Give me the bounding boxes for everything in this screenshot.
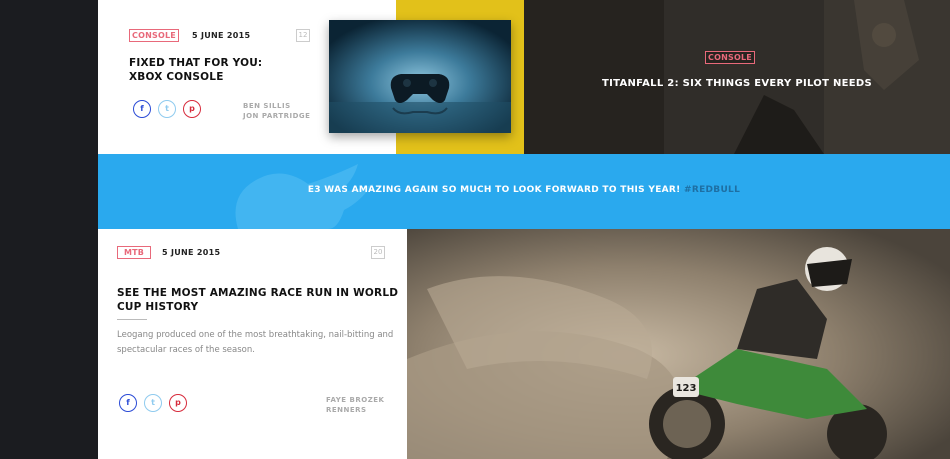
article-date: 5 JUNE 2015 (162, 248, 221, 257)
twitter-share-icon[interactable]: t (158, 100, 176, 118)
hashtag-link[interactable]: #REDBULL (684, 185, 740, 195)
article-authors: FAYE BROZEK RENNERS (326, 395, 384, 415)
author-name[interactable]: JON PARTRIDGE (243, 111, 310, 121)
motocross-illustration: 123 (407, 229, 950, 459)
article-title-line: XBOX CONSOLE (129, 71, 224, 83)
bike-number: 123 (676, 383, 697, 394)
article-title-line: CUP HISTORY (117, 301, 199, 313)
category-tag[interactable]: CONSOLE (129, 29, 179, 42)
pinterest-share-icon[interactable]: p (183, 100, 201, 118)
title-divider (117, 319, 147, 320)
titanfall-background-image (524, 0, 950, 154)
tweet-banner[interactable]: E3 WAS AMAZING AGAIN SO MUCH TO LOOK FOR… (98, 154, 950, 229)
author-name[interactable]: RENNERS (326, 405, 384, 415)
category-tag[interactable]: CONSOLE (705, 51, 755, 64)
category-tag[interactable]: MTB (117, 246, 151, 259)
article-authors: BEN SILLIS JON PARTRIDGE (243, 101, 310, 121)
featured-article-title[interactable]: TITANFALL 2: SIX THINGS EVERY PILOT NEED… (524, 78, 950, 89)
comment-count-badge[interactable]: 12 (296, 29, 310, 42)
excerpt-line: spectacular races of the season. (117, 345, 255, 355)
author-name[interactable]: FAYE BROZEK (326, 395, 384, 405)
article-title[interactable]: FIXED THAT FOR YOU: XBOX CONSOLE (129, 56, 262, 84)
facebook-share-icon[interactable]: f (119, 394, 137, 412)
article-excerpt: Leogang produced one of the most breatht… (117, 328, 393, 358)
tweet-text: E3 WAS AMAZING AGAIN SO MUCH TO LOOK FOR… (98, 185, 950, 195)
author-name[interactable]: BEN SILLIS (243, 101, 310, 111)
featured-article-titanfall[interactable]: CONSOLE TITANFALL 2: SIX THINGS EVERY PI… (524, 0, 950, 154)
comment-count-badge[interactable]: 20 (371, 246, 385, 259)
xbox-controller-image[interactable] (329, 20, 511, 133)
article-date: 5 JUNE 2015 (192, 31, 251, 40)
controller-illustration (329, 20, 511, 133)
twitter-share-icon[interactable]: t (144, 394, 162, 412)
pinterest-share-icon[interactable]: p (169, 394, 187, 412)
excerpt-line: Leogang produced one of the most breatht… (117, 330, 394, 340)
article-card-mtb[interactable]: MTB 5 JUNE 2015 20 SEE THE MOST AMAZING … (98, 229, 407, 459)
article-title[interactable]: SEE THE MOST AMAZING RACE RUN IN WORLD C… (117, 286, 398, 314)
facebook-share-icon[interactable]: f (133, 100, 151, 118)
article-title-line: SEE THE MOST AMAZING RACE RUN IN WORLD (117, 287, 399, 299)
article-title-line: FIXED THAT FOR YOU: (129, 57, 263, 69)
motocross-image[interactable]: 123 (407, 229, 950, 459)
tweet-body: E3 WAS AMAZING AGAIN SO MUCH TO LOOK FOR… (307, 185, 681, 195)
left-sidebar (0, 0, 98, 459)
